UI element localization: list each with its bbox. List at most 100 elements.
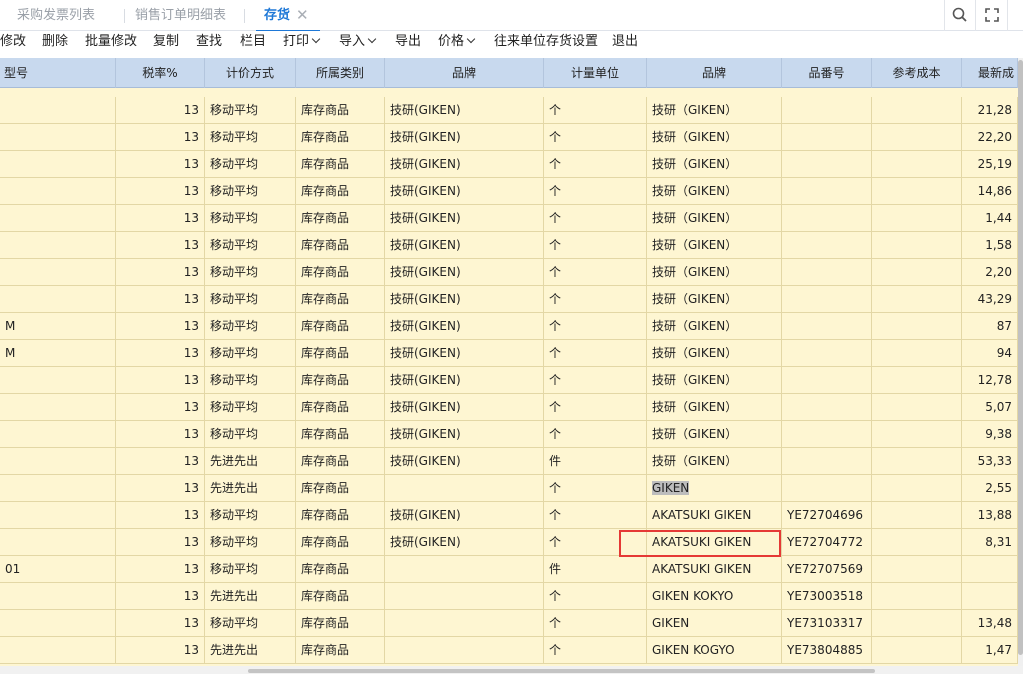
cell-model[interactable]: 01 <box>0 556 116 583</box>
cell-latest-cost[interactable]: 94 <box>962 340 1018 367</box>
cell-tax-rate[interactable]: 13 <box>116 637 205 664</box>
cell-part-number[interactable] <box>782 313 872 340</box>
cell-tax-rate[interactable]: 13 <box>116 583 205 610</box>
table-row[interactable]: 13 先进先出 库存商品 个 GIKEN KOKYO YE73003518 <box>0 583 1018 610</box>
find-button[interactable]: 查找 <box>196 31 222 57</box>
cell-model[interactable]: M <box>0 340 116 367</box>
cell-category[interactable]: 库存商品 <box>296 394 385 421</box>
table-row[interactable]: 13 移动平均 库存商品 技研(GIKEN) 个技研（GIKEN） 12,78 <box>0 367 1018 394</box>
cell-latest-cost[interactable]: 13,88 <box>962 502 1018 529</box>
cell-reference-cost[interactable] <box>872 205 962 232</box>
cell-reference-cost[interactable] <box>872 610 962 637</box>
cell-brand-2[interactable]: GIKEN KOKYO <box>647 583 782 610</box>
cell-tax-rate[interactable]: 13 <box>116 286 205 313</box>
cell-brand[interactable]: 技研(GIKEN) <box>385 124 544 151</box>
cell-reference-cost[interactable] <box>872 124 962 151</box>
cell-category[interactable]: 库存商品 <box>296 637 385 664</box>
cell-category[interactable]: 库存商品 <box>296 340 385 367</box>
cell-category[interactable]: 库存商品 <box>296 205 385 232</box>
cell-valuation-method[interactable]: 移动平均 <box>205 178 296 205</box>
cell-reference-cost[interactable] <box>872 529 962 556</box>
cell-part-number[interactable] <box>782 340 872 367</box>
tab-inventory[interactable]: 存货 <box>256 0 320 32</box>
cell-tax-rate[interactable]: 13 <box>116 394 205 421</box>
cell-unit[interactable]: 个 <box>544 367 647 394</box>
cell-brand[interactable]: 技研(GIKEN) <box>385 529 544 556</box>
column-header-latest-cost[interactable]: 最新成 <box>962 58 1018 88</box>
cell-valuation-method[interactable]: 移动平均 <box>205 529 296 556</box>
cell-reference-cost[interactable] <box>872 475 962 502</box>
cell-part-number[interactable] <box>782 475 872 502</box>
table-row[interactable]: 13 移动平均 库存商品 技研(GIKEN) 个技研（GIKEN） 21,28 <box>0 97 1018 124</box>
cell-reference-cost[interactable] <box>872 313 962 340</box>
cell-reference-cost[interactable] <box>872 259 962 286</box>
cell-unit[interactable]: 个 <box>544 610 647 637</box>
column-header-reference-cost[interactable]: 参考成本 <box>872 58 962 88</box>
table-row[interactable]: 13 先进先出 库存商品 个 GIKEN 2,55 <box>0 475 1018 502</box>
cell-brand[interactable]: 技研(GIKEN) <box>385 340 544 367</box>
cell-unit[interactable]: 个 <box>544 313 647 340</box>
cell-reference-cost[interactable] <box>872 232 962 259</box>
cell-model[interactable] <box>0 475 116 502</box>
cell-valuation-method[interactable]: 移动平均 <box>205 286 296 313</box>
cell-category[interactable]: 库存商品 <box>296 448 385 475</box>
cell-category[interactable]: 库存商品 <box>296 232 385 259</box>
cell-latest-cost[interactable]: 53,33 <box>962 448 1018 475</box>
column-header-tax-rate[interactable]: 税率% <box>116 58 205 88</box>
cell-reference-cost[interactable] <box>872 97 962 124</box>
table-row[interactable]: 13 移动平均 库存商品 技研(GIKEN) 个技研（GIKEN） 1,44 <box>0 205 1018 232</box>
cell-part-number[interactable] <box>782 448 872 475</box>
cell-valuation-method[interactable]: 移动平均 <box>205 556 296 583</box>
cell-brand-2[interactable]: 技研（GIKEN） <box>647 448 782 475</box>
cell-brand-2[interactable]: 技研（GIKEN） <box>647 232 782 259</box>
cell-brand[interactable] <box>385 475 544 502</box>
cell-valuation-method[interactable]: 移动平均 <box>205 610 296 637</box>
batch-edit-button[interactable]: 批量修改 <box>85 31 137 57</box>
table-row[interactable]: 13 移动平均 库存商品 技研(GIKEN) 个技研（GIKEN） 5,07 <box>0 394 1018 421</box>
close-tab-icon[interactable]: ✕ <box>296 0 309 31</box>
cell-brand-2[interactable]: 技研（GIKEN） <box>647 367 782 394</box>
table-row[interactable]: M 13 移动平均 库存商品 技研(GIKEN) 个技研（GIKEN） 87 <box>0 313 1018 340</box>
cell-part-number[interactable] <box>782 97 872 124</box>
cell-tax-rate[interactable]: 13 <box>116 97 205 124</box>
cell-category[interactable]: 库存商品 <box>296 367 385 394</box>
cell-brand[interactable]: 技研(GIKEN) <box>385 286 544 313</box>
cell-latest-cost[interactable]: 43,29 <box>962 286 1018 313</box>
cell-unit[interactable]: 个 <box>544 340 647 367</box>
column-header-brand[interactable]: 品牌 <box>385 58 544 88</box>
cell-category[interactable]: 库存商品 <box>296 556 385 583</box>
cell-brand-2[interactable]: AKATSUKI GIKEN <box>647 556 782 583</box>
cell-part-number[interactable]: YE72707569 <box>782 556 872 583</box>
cell-valuation-method[interactable]: 先进先出 <box>205 637 296 664</box>
cell-category[interactable]: 库存商品 <box>296 583 385 610</box>
cell-latest-cost[interactable]: 1,47 <box>962 637 1018 664</box>
cell-brand[interactable]: 技研(GIKEN) <box>385 178 544 205</box>
cell-latest-cost[interactable]: 87 <box>962 313 1018 340</box>
cell-brand[interactable] <box>385 583 544 610</box>
cell-part-number[interactable] <box>782 178 872 205</box>
cell-model[interactable] <box>0 97 116 124</box>
cell-unit[interactable]: 个 <box>544 124 647 151</box>
cell-latest-cost[interactable]: 8,31 <box>962 529 1018 556</box>
copy-button[interactable]: 复制 <box>153 31 179 57</box>
table-row[interactable]: M 13 移动平均 库存商品 技研(GIKEN) 个技研（GIKEN） 94 <box>0 340 1018 367</box>
cell-tax-rate[interactable]: 13 <box>116 259 205 286</box>
cell-tax-rate[interactable]: 13 <box>116 124 205 151</box>
cell-category[interactable]: 库存商品 <box>296 97 385 124</box>
cell-valuation-method[interactable]: 移动平均 <box>205 313 296 340</box>
cell-valuation-method[interactable]: 移动平均 <box>205 232 296 259</box>
cell-reference-cost[interactable] <box>872 556 962 583</box>
cell-latest-cost[interactable]: 13,48 <box>962 610 1018 637</box>
export-button[interactable]: 导出 <box>395 31 421 57</box>
table-row[interactable]: 13 移动平均 库存商品 技研(GIKEN) 个 AKATSUKI GIKEN YE7270… <box>0 502 1018 529</box>
cell-unit[interactable]: 个 <box>544 502 647 529</box>
cell-part-number[interactable] <box>782 421 872 448</box>
cell-model[interactable] <box>0 205 116 232</box>
cell-category[interactable]: 库存商品 <box>296 610 385 637</box>
cell-brand-2[interactable]: 技研（GIKEN） <box>647 421 782 448</box>
fullscreen-icon[interactable] <box>982 5 1002 25</box>
table-row[interactable]: 13 移动平均 库存商品 技研(GIKEN) 个 AKATSUKI GIKEN YE7270… <box>0 529 1018 556</box>
cell-category[interactable]: 库存商品 <box>296 313 385 340</box>
cell-unit[interactable]: 件 <box>544 448 647 475</box>
cell-brand-2[interactable]: GIKEN <box>647 475 782 502</box>
